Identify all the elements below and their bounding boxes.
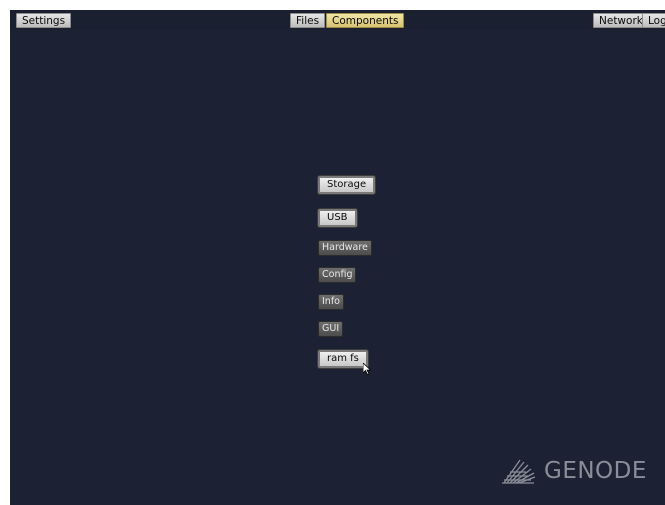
genode-logo: GENODE	[498, 454, 647, 488]
files-tab[interactable]: Files	[290, 13, 326, 28]
hardware-button[interactable]: Hardware	[318, 240, 372, 256]
network-button[interactable]: Network	[593, 13, 649, 28]
config-button[interactable]: Config	[318, 267, 357, 283]
usb-button[interactable]: USB	[318, 209, 357, 227]
settings-button[interactable]: Settings	[16, 13, 72, 28]
gui-button[interactable]: GUI	[318, 321, 344, 337]
mouse-pointer-icon	[363, 363, 372, 375]
ram-fs-button[interactable]: ram fs	[318, 350, 368, 368]
top-panel: Settings Files Components Network Log	[10, 10, 665, 30]
genode-logo-text: GENODE	[544, 458, 647, 484]
info-button[interactable]: Info	[318, 294, 344, 310]
genode-logo-icon	[502, 459, 536, 484]
components-tab[interactable]: Components	[326, 13, 405, 28]
log-button[interactable]: Log	[642, 13, 665, 28]
storage-button[interactable]: Storage	[318, 176, 376, 194]
desktop: Settings Files Components Network Log St…	[10, 10, 665, 505]
